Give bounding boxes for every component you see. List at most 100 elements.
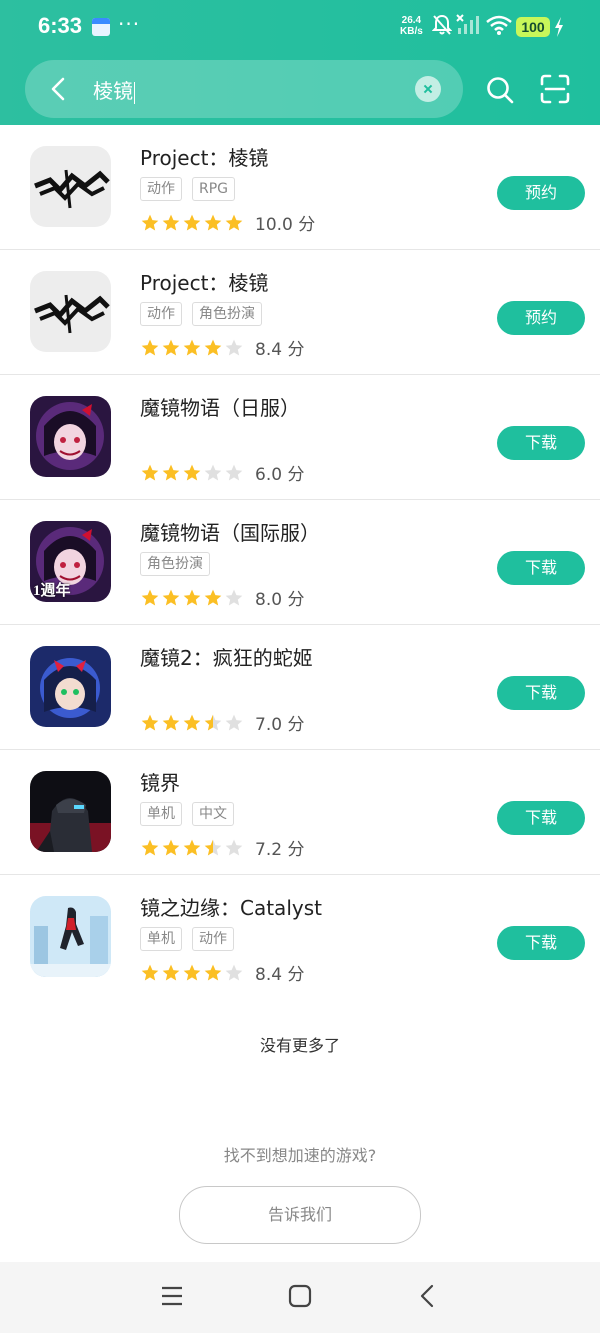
app-header: 6:33 ··· 26.4 KB/s 100 棱镜 (0, 0, 600, 125)
star-empty-icon (225, 714, 243, 730)
star-full-icon (204, 339, 222, 355)
mirrors-edge-icon[interactable] (30, 896, 111, 977)
result-item[interactable]: Project：棱镜 动作 角色扮演 8.4 分 预约 (0, 250, 600, 375)
star-full-icon (141, 464, 159, 480)
star-full-icon (183, 964, 201, 980)
star-empty-icon (225, 839, 243, 855)
star-empty-icon (225, 589, 243, 605)
prism-logo-icon[interactable] (30, 271, 111, 352)
mirror-tale-icon[interactable] (30, 396, 111, 477)
rating-score: 7.0 分 (255, 715, 305, 735)
star-empty-icon (225, 964, 243, 980)
rating: 8.4 分 (140, 335, 304, 360)
star-full-icon (162, 464, 180, 480)
mirror-realm-icon[interactable] (30, 771, 111, 852)
result-item[interactable]: 魔镜物语（日服） 6.0 分 下载 (0, 375, 600, 500)
star-full-icon (141, 214, 159, 230)
tag-list: 动作 角色扮演 (140, 302, 262, 326)
rating-score: 10.0 分 (255, 215, 316, 235)
result-item[interactable]: 魔镜2：疯狂的蛇姬 7.0 分 下载 (0, 625, 600, 750)
search-input[interactable]: 棱镜 (93, 75, 135, 104)
signal-no-sim-icon (456, 14, 479, 34)
status-bar: 6:33 ··· 26.4 KB/s 100 (0, 0, 600, 56)
home-nav-icon[interactable] (288, 1284, 312, 1308)
star-full-icon (141, 339, 159, 355)
star-full-icon (204, 589, 222, 605)
tag-list: 动作 RPG (140, 177, 236, 201)
genre-tag: 单机 (140, 802, 182, 826)
download-button[interactable]: 下载 (497, 926, 585, 960)
menu-nav-icon[interactable] (160, 1284, 184, 1308)
game-title: 魔镜物语（国际服） (140, 521, 320, 545)
rating: 7.0 分 (140, 710, 304, 735)
star-full-icon (162, 589, 180, 605)
back-nav-icon[interactable] (416, 1284, 440, 1308)
tag-list: 单机 中文 (140, 802, 234, 826)
game-title: Project：棱镜 (140, 271, 269, 295)
star-full-icon (141, 714, 159, 730)
mirror-tale-anniversary-icon[interactable]: 1週年 (30, 521, 111, 602)
star-full-icon (183, 214, 201, 230)
network-speed: 26.4 KB/s (400, 15, 423, 37)
anniversary-badge: 1週年 (33, 583, 71, 599)
search-results-list: Project：棱镜 动作 RPG 10.0 分预约 Project：棱镜 动作 角色扮演 8… (0, 125, 600, 1000)
search-bar-row: 棱镜 (0, 60, 600, 120)
game-title: 魔镜2：疯狂的蛇姬 (140, 646, 313, 670)
star-half-icon (204, 839, 222, 855)
game-title: Project：棱镜 (140, 146, 269, 170)
genre-tag: 单机 (140, 927, 182, 951)
rating: 10.0 分 (140, 210, 315, 235)
rating: 7.2 分 (140, 835, 304, 860)
reserve-button[interactable]: 预约 (497, 301, 585, 335)
text-cursor (134, 81, 135, 104)
search-box[interactable]: 棱镜 (25, 60, 463, 118)
genre-tag: RPG (192, 177, 236, 201)
game-title: 镜之边缘：Catalyst (140, 896, 322, 920)
prism-logo-icon[interactable] (30, 146, 111, 227)
list-footer: 没有更多了 找不到想加速的游戏? 告诉我们 (0, 996, 600, 1262)
star-empty-icon (225, 339, 243, 355)
genre-tag: 角色扮演 (140, 552, 210, 576)
star-full-icon (162, 964, 180, 980)
star-full-icon (225, 214, 243, 230)
star-full-icon (162, 339, 180, 355)
no-more-label: 没有更多了 (259, 1036, 340, 1055)
star-full-icon (141, 589, 159, 605)
rating: 8.4 分 (140, 960, 304, 985)
star-full-icon (183, 339, 201, 355)
more-notifications-icon: ··· (118, 12, 141, 36)
search-icon[interactable] (486, 76, 514, 104)
battery-indicator: 100 (516, 17, 550, 37)
result-item[interactable]: 1週年 魔镜物语（国际服） 角色扮演 8.0 分 下载 (0, 500, 600, 625)
download-button[interactable]: 下载 (497, 676, 585, 710)
star-full-icon (141, 964, 159, 980)
reserve-button[interactable]: 预约 (497, 176, 585, 210)
star-full-icon (183, 464, 201, 480)
mirror2-icon[interactable] (30, 646, 111, 727)
result-item[interactable]: 镜之边缘：Catalyst 单机 动作 8.4 分 下载 (0, 875, 600, 1000)
star-full-icon (183, 589, 201, 605)
result-item[interactable]: 镜界 单机 中文 7.2 分 下载 (0, 750, 600, 875)
genre-tag: 角色扮演 (192, 302, 262, 326)
tell-us-button[interactable]: 告诉我们 (179, 1186, 421, 1244)
star-full-icon (183, 839, 201, 855)
genre-tag: 中文 (192, 802, 234, 826)
result-item[interactable]: Project：棱镜 动作 RPG 10.0 分 预约 (0, 125, 600, 250)
download-button[interactable]: 下载 (497, 551, 585, 585)
tag-list: 单机 动作 (140, 927, 234, 951)
rating-score: 8.0 分 (255, 590, 305, 610)
genre-tag: 动作 (140, 177, 182, 201)
star-full-icon (204, 214, 222, 230)
star-empty-icon (204, 464, 222, 480)
rating-score: 8.4 分 (255, 340, 305, 360)
genre-tag: 动作 (192, 927, 234, 951)
star-full-icon (141, 839, 159, 855)
back-arrow-icon[interactable] (45, 75, 73, 103)
clear-search-icon[interactable] (415, 76, 441, 102)
star-full-icon (204, 964, 222, 980)
download-button[interactable]: 下载 (497, 426, 585, 460)
status-time: 6:33 (38, 13, 83, 38)
star-half-icon (204, 714, 222, 730)
download-button[interactable]: 下载 (497, 801, 585, 835)
scan-icon[interactable] (540, 74, 570, 104)
